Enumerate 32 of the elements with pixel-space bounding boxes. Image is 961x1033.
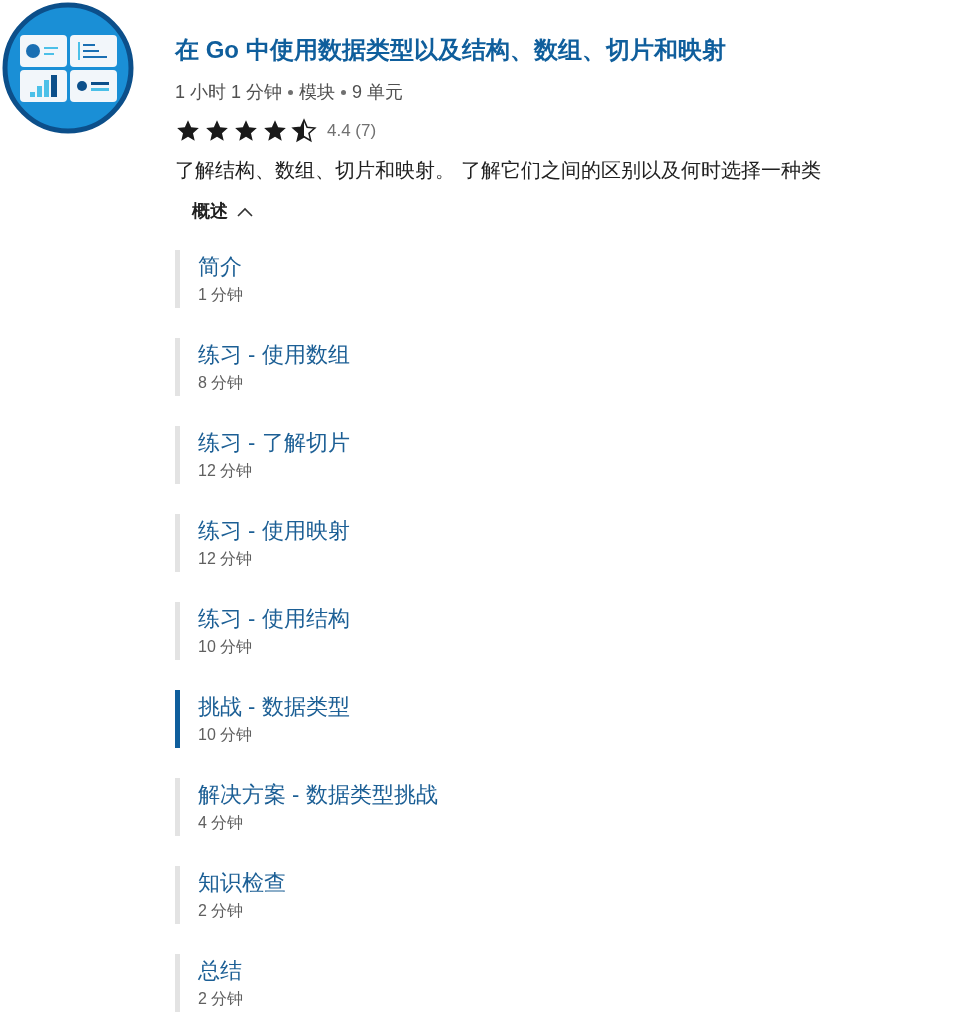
unit-link[interactable]: 挑战 - 数据类型	[198, 692, 350, 722]
unit-duration: 2 分钟	[198, 989, 244, 1009]
unit-duration: 8 分钟	[198, 373, 245, 393]
chevron-icon	[236, 205, 254, 218]
star-icon	[175, 118, 201, 144]
unit-link[interactable]: 练习 - 使用映射	[198, 516, 350, 546]
unit-duration: 10 分钟	[198, 725, 254, 745]
unit-link[interactable]: 总结	[198, 956, 244, 986]
unit-duration: 2 分钟	[198, 901, 245, 921]
unit-link[interactable]: 练习 - 了解切片	[198, 428, 350, 458]
unit-link[interactable]: 知识检查	[198, 868, 286, 898]
meta-label: 1 小时 1 分钟	[175, 81, 283, 104]
half-star-icon	[291, 118, 317, 144]
unit-link[interactable]: 简介	[198, 252, 244, 282]
unit-link[interactable]: 解决方案 - 数据类型挑战	[198, 780, 438, 810]
rating-label: 4.4 (7)	[327, 120, 377, 143]
module-title[interactable]: 在 Go 中使用数据类型以及结构、数组、切片和映射	[175, 33, 821, 67]
module-logo-icon	[2, 2, 134, 134]
overview-toggle[interactable]: 概述	[192, 198, 254, 225]
star-icon	[233, 118, 259, 144]
unit-duration: 12 分钟	[198, 549, 254, 569]
unit-duration: 1 分钟	[198, 285, 244, 305]
module-description: 了解结构、数组、切片和映射。 了解它们之间的区别以及何时选择一种类	[175, 158, 821, 183]
meta-label: 模块	[299, 81, 336, 104]
star-icon	[204, 118, 230, 144]
unit-link[interactable]: 练习 - 使用结构	[198, 604, 350, 634]
star-icon	[262, 118, 288, 144]
unit-duration: 4 分钟	[198, 813, 245, 833]
meta-label: 9 单元	[352, 81, 404, 104]
unit-duration: 10 分钟	[198, 637, 254, 657]
unit-duration: 12 分钟	[198, 461, 254, 481]
unit-link[interactable]: 练习 - 使用数组	[198, 340, 350, 370]
